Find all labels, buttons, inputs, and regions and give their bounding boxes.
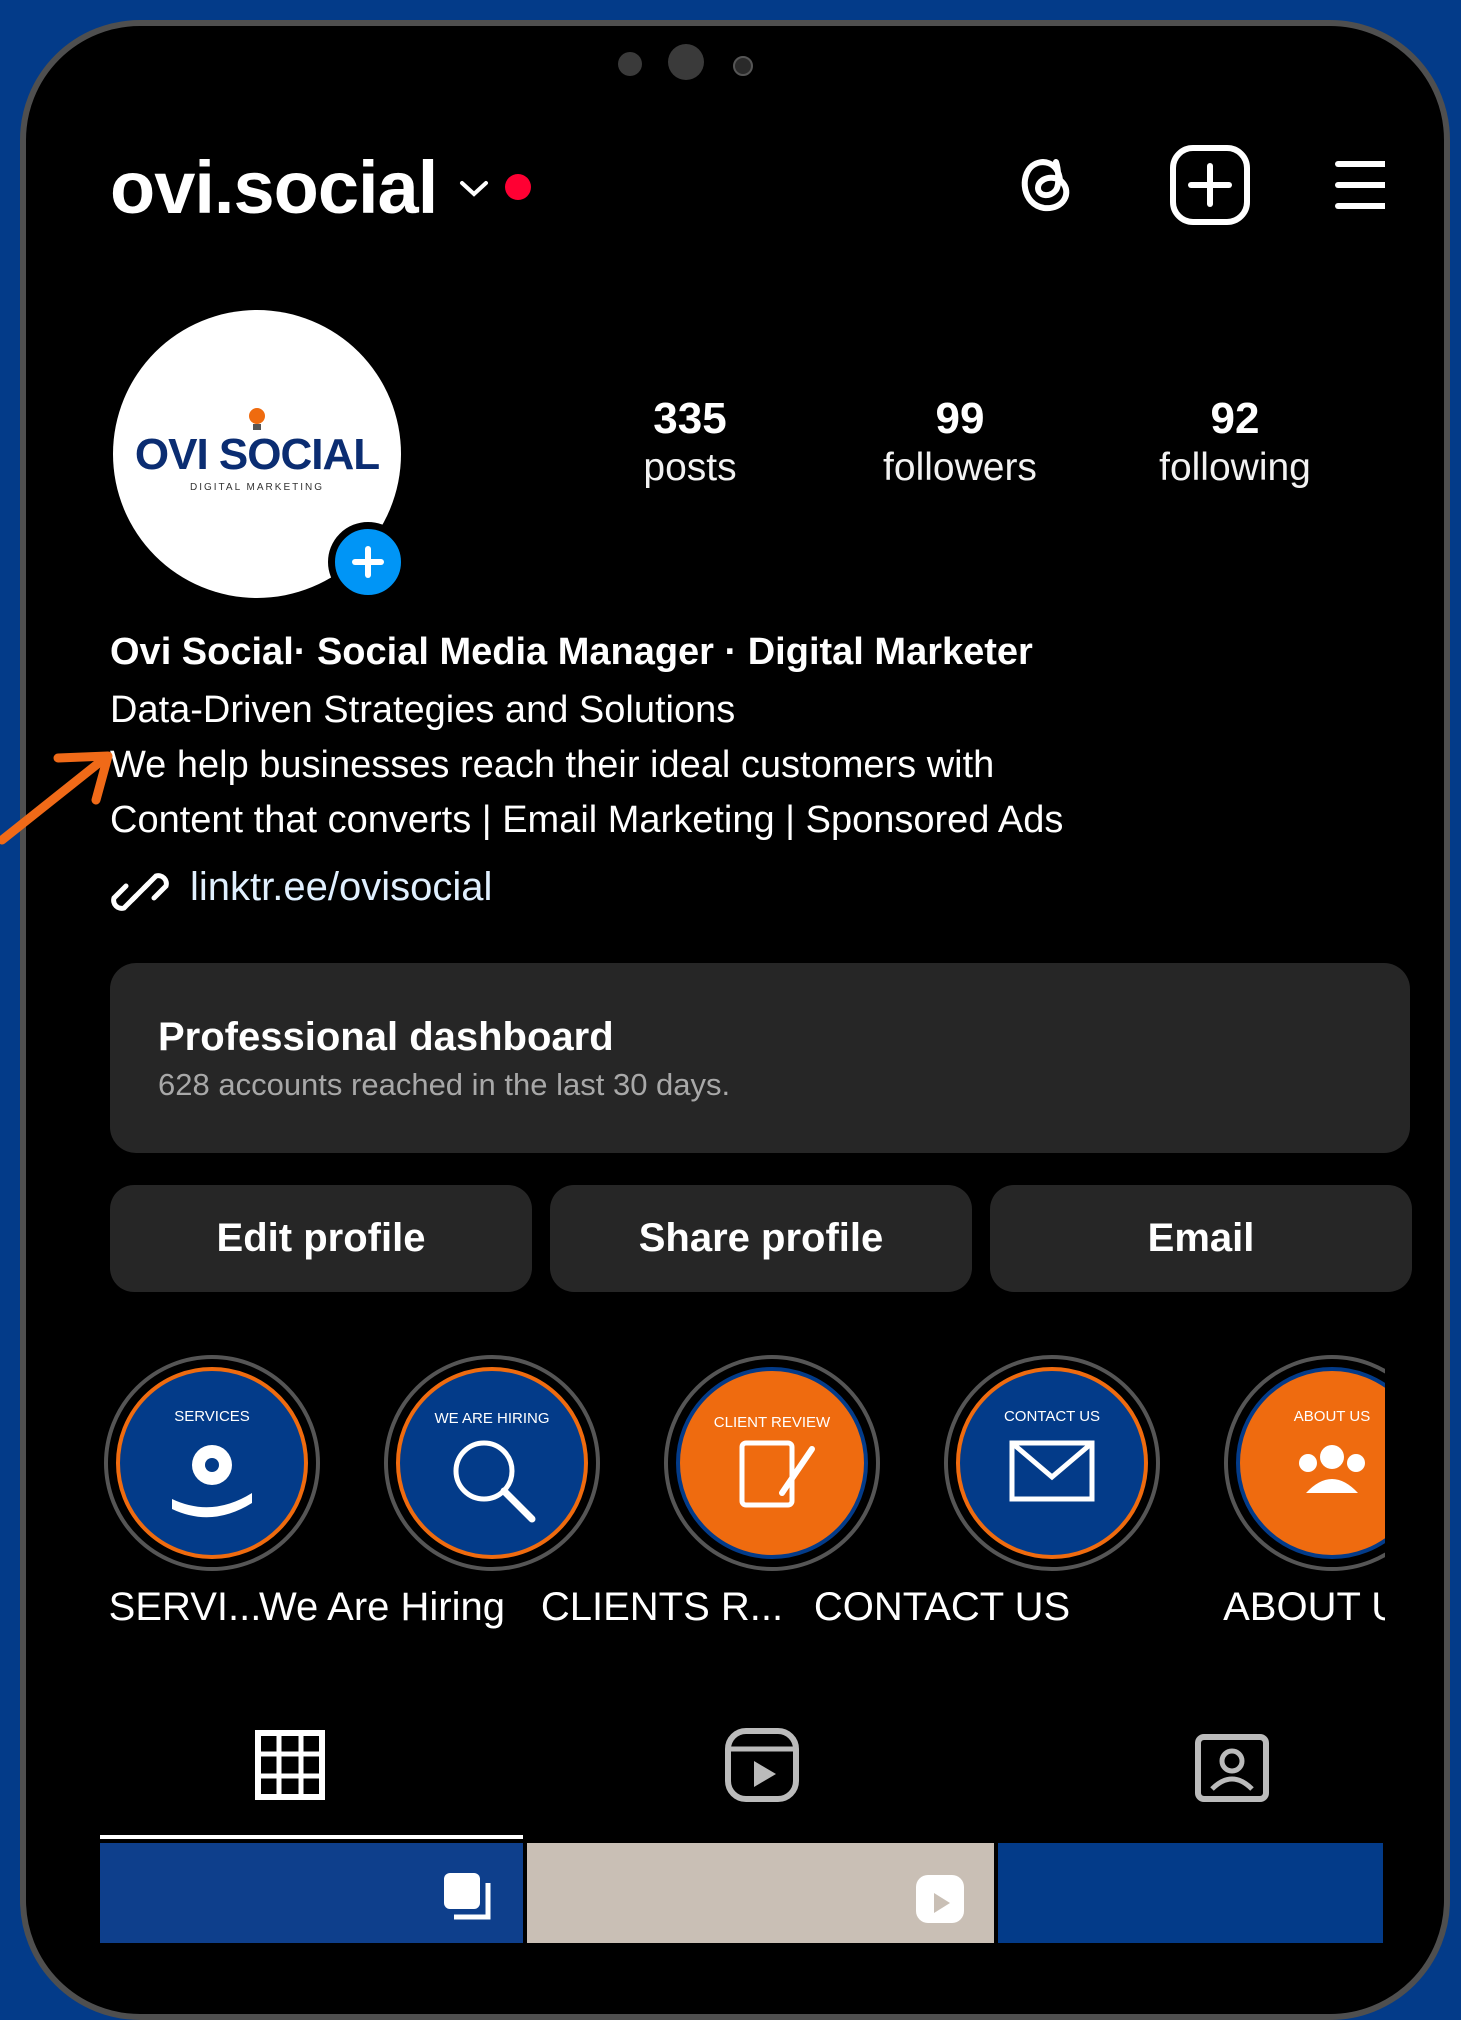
active-tab-indicator — [100, 1835, 523, 1839]
stat-following[interactable]: 92 following — [1105, 393, 1365, 491]
svg-text:CONTACT US: CONTACT US — [1004, 1408, 1100, 1425]
highlight-label: ABOUT US — [1223, 1585, 1385, 1629]
reels-icon — [916, 1875, 964, 1923]
stat-posts[interactable]: 335 posts — [560, 393, 820, 491]
live-dot — [505, 174, 531, 200]
highlight-label: We Are Hiring — [258, 1585, 505, 1629]
dashboard-subtitle: 628 accounts reached in the last 30 days… — [158, 1067, 731, 1102]
highlight-label: CONTACT US — [813, 1585, 1071, 1629]
stat-label: following — [1159, 446, 1311, 489]
bio-line: Data-Driven Strategies and Solutions — [110, 689, 736, 731]
team-icon: ABOUT US — [1224, 1355, 1385, 1571]
search-people-icon: WE ARE HIRING — [384, 1355, 600, 1571]
avatar-logo-text: OVI SOCIAL — [134, 430, 380, 479]
grid-icon[interactable] — [250, 1725, 330, 1805]
add-story-button[interactable] — [328, 522, 408, 602]
link-icon — [111, 873, 169, 911]
stat-label: posts — [643, 446, 737, 489]
carousel-icon — [444, 1873, 491, 1920]
edit-profile-button[interactable]: Edit profile — [110, 1185, 532, 1292]
highlight-services[interactable]: SERVICES — [102, 1353, 322, 1578]
post-thumbnail[interactable] — [527, 1843, 994, 1943]
highlight-labels: OUR SERVI... We Are Hiring CLIENTS R... … — [100, 1585, 1385, 1645]
stat-value: 335 — [653, 394, 727, 443]
share-profile-button[interactable]: Share profile — [550, 1185, 972, 1292]
profile-link[interactable]: linktr.ee/ovisocial — [190, 865, 492, 910]
sensor-dot — [733, 56, 753, 76]
bio-line: Content that converts | Email Marketing … — [110, 799, 1064, 841]
svg-text:SERVICES: SERVICES — [174, 1408, 250, 1425]
envelope-icon: CONTACT US — [944, 1355, 1160, 1571]
svg-text:WE ARE HIRING: WE ARE HIRING — [434, 1410, 549, 1427]
bio-line: We help businesses reach their ideal cus… — [110, 744, 995, 786]
tagged-icon[interactable] — [1192, 1725, 1272, 1805]
highlight-client-review[interactable]: CLIENT REVIEW — [662, 1353, 882, 1578]
highlight-label: CLIENTS R... — [540, 1585, 784, 1629]
highlight-contact[interactable]: CONTACT US — [942, 1353, 1162, 1578]
create-post-icon[interactable] — [1165, 140, 1255, 230]
post-thumbnail[interactable] — [998, 1843, 1383, 1943]
stat-followers[interactable]: 99 followers — [830, 393, 1090, 491]
reels-icon[interactable] — [722, 1725, 802, 1805]
svg-text:CLIENT REVIEW: CLIENT REVIEW — [714, 1414, 831, 1431]
dashboard-title: Professional dashboard — [158, 1015, 614, 1059]
review-icon: CLIENT REVIEW — [664, 1355, 880, 1571]
threads-icon[interactable] — [1000, 140, 1090, 230]
stat-value: 92 — [1210, 394, 1260, 443]
profile-name-line: Ovi Social· Social Media Manager · Digit… — [110, 631, 1033, 673]
svg-text:ABOUT US: ABOUT US — [1294, 1408, 1370, 1425]
stat-value: 99 — [935, 394, 985, 443]
annotation-arrow — [0, 751, 113, 845]
stat-label: followers — [883, 446, 1037, 489]
plus-icon — [352, 546, 384, 578]
username[interactable]: ovi.social — [110, 145, 438, 230]
camera-lens — [668, 44, 704, 80]
professional-dashboard[interactable]: Professional dashboard 628 accounts reac… — [110, 963, 1410, 1153]
highlight-hiring[interactable]: WE ARE HIRING — [382, 1353, 602, 1578]
menu-icon[interactable] — [1330, 140, 1385, 230]
services-icon: SERVICES — [104, 1355, 320, 1571]
email-button[interactable]: Email — [990, 1185, 1412, 1292]
post-thumbnail[interactable] — [100, 1843, 523, 1943]
avatar-logo-subtext: DIGITAL MARKETING — [189, 482, 324, 493]
camera-dot — [618, 52, 642, 76]
chevron-down-icon[interactable] — [458, 178, 490, 200]
highlight-about[interactable]: ABOUT US — [1222, 1353, 1385, 1578]
